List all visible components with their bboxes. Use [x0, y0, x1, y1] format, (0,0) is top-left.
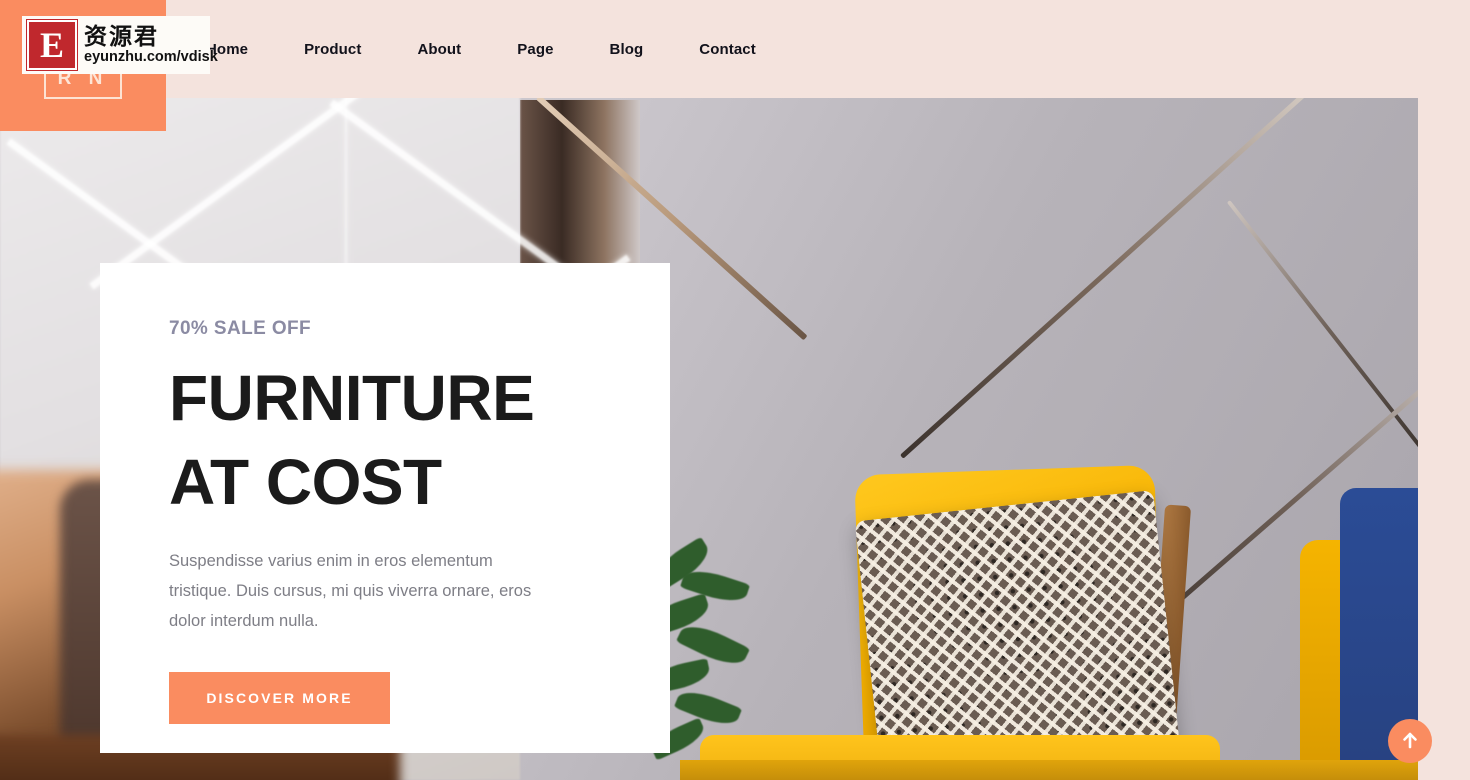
watermark-badge-icon: E: [26, 19, 78, 71]
hero-description: Suspendisse varius enim in eros elementu…: [169, 552, 532, 630]
page-root: 70% SALE OFF FURNITURE AT COST Suspendis…: [0, 0, 1470, 780]
hero-content-card: 70% SALE OFF FURNITURE AT COST Suspendis…: [100, 263, 670, 753]
watermark-chinese-label: 资源君: [84, 23, 159, 50]
nav-item-about[interactable]: About: [389, 41, 489, 58]
foreground-floor-strip: [680, 760, 1418, 780]
hero-title-line-1: FURNITURE: [169, 362, 535, 434]
watermark-overlay: E 资源君 eyunzhu.com/vdisk: [22, 16, 218, 74]
right-margin-strip: [1418, 98, 1470, 780]
discover-more-button[interactable]: DISCOVER MORE: [169, 672, 390, 724]
arrow-up-icon: [1401, 730, 1419, 753]
hero-title: FURNITURE AT COST: [169, 356, 670, 524]
nav-item-page[interactable]: Page: [489, 41, 581, 58]
hero-eyebrow: 70% SALE OFF: [169, 318, 312, 339]
main-navigation: Home Product About Page Blog Contact: [178, 0, 784, 98]
hero-title-line-2: AT COST: [169, 446, 442, 518]
scroll-to-top-button[interactable]: [1388, 719, 1432, 763]
nav-item-contact[interactable]: Contact: [671, 41, 784, 58]
watermark-url: eyunzhu.com/vdisk: [84, 48, 218, 65]
nav-item-product[interactable]: Product: [276, 41, 389, 58]
nav-item-blog[interactable]: Blog: [582, 41, 672, 58]
watermark-text: 资源君 eyunzhu.com/vdisk: [84, 25, 218, 65]
